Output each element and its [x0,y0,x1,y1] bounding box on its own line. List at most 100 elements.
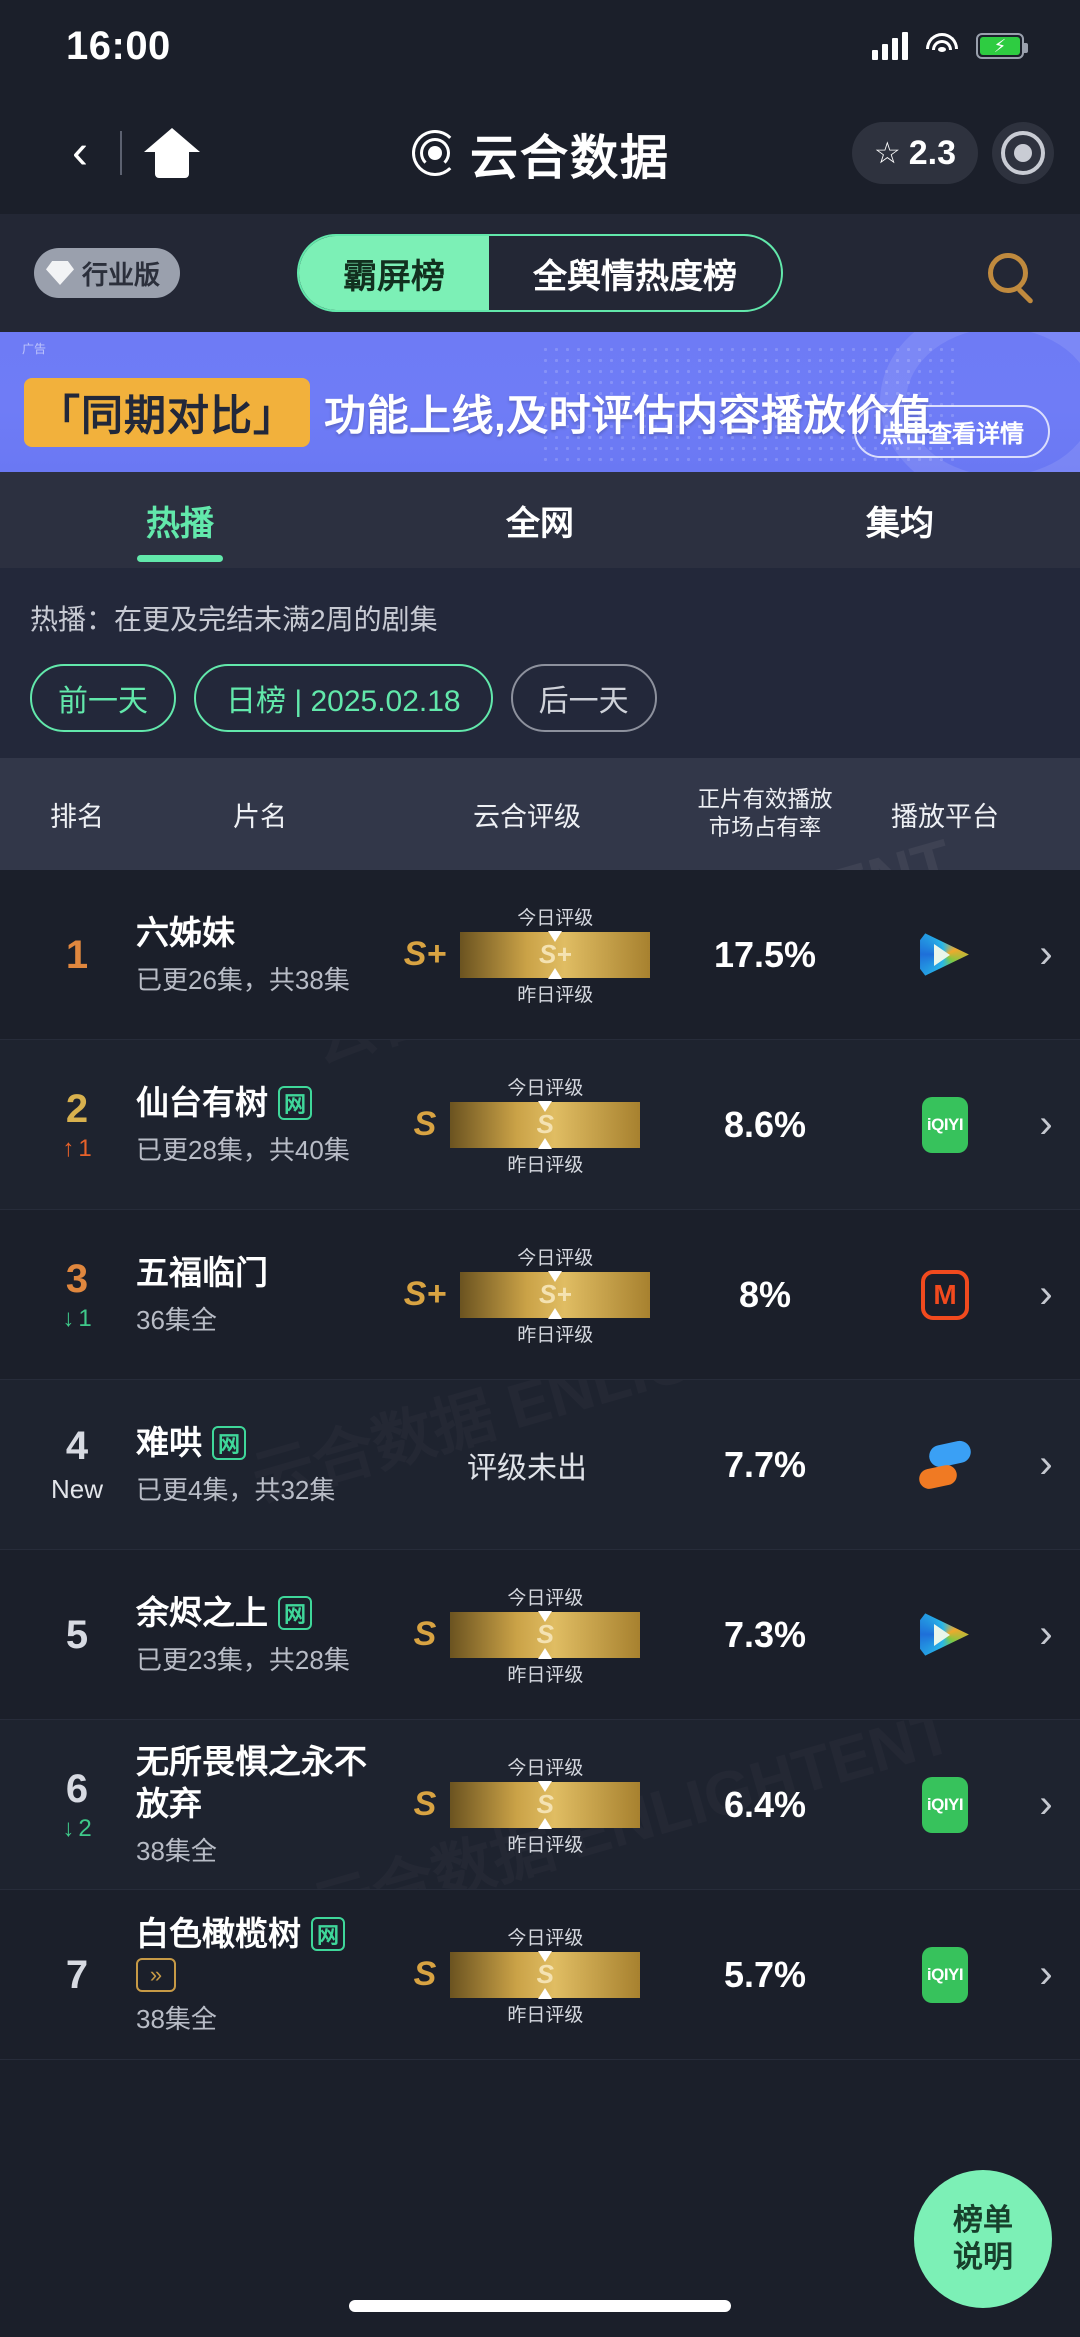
table-row[interactable]: 3 ↓ 1 五福临门 36集全 S+ 今日评级 S+ 昨日评级 8% M › [0,1210,1080,1380]
rank-delta-arrow-icon: ↓ [62,1304,75,1332]
status-icons: ⚡ [872,32,1028,60]
promo-banner[interactable]: 广告 「同期对比」 功能上线,及时评估内容播放价值 点击查看详情 [0,332,1080,472]
chevron-right-icon[interactable]: › [1030,1102,1062,1147]
title-cell[interactable]: 五福临门 36集全 [136,1252,384,1337]
rating-cell: S+ 今日评级 S+ 昨日评级 [384,1243,670,1347]
rank-delta-arrow-icon: ↑ [62,1134,75,1162]
tab-rebo[interactable]: 热播 [0,472,360,568]
rating-cell: S 今日评级 S 昨日评级 [384,1753,670,1857]
rating-cell: S 今日评级 S 昨日评级 [384,1923,670,2027]
table-row[interactable]: 7 白色橄榄树网 » 38集全 S 今日评级 S 昨日评级 5.7% iQIYI… [0,1890,1080,2060]
tencent-video-icon[interactable] [920,1613,969,1656]
table-row[interactable]: 5 余烬之上网 已更23集，共28集 S 今日评级 S 昨日评级 7.3% › [0,1550,1080,1720]
header-share-line1: 正片有效播放 [697,786,833,812]
banner-text: 功能上线,及时评估内容播放价值 [324,392,932,439]
show-title: 白色橄榄树 [136,1914,301,1952]
header-platform: 播放平台 [891,801,999,832]
market-share-value: 6.4% [723,1783,807,1825]
rating-grade: S+ [403,935,447,973]
rating-bar: S [450,1611,641,1658]
youku-icon[interactable] [917,1438,973,1491]
rating-bar-grade: S [536,1789,555,1819]
iqiyi-icon[interactable]: iQIYI [922,1096,968,1153]
title-cell[interactable]: 余烬之上网 已更23集，共28集 [136,1592,384,1677]
table-header: 排名 片名 云合评级 正片有效播放 市场占有率 播放平台 [0,758,1080,870]
segment-quanyuqing[interactable]: 全舆情热度榜 [489,236,781,310]
mango-tv-icon[interactable]: M [921,1269,969,1320]
rank-cell: 2 ↑ 1 [18,1087,136,1163]
ranking-segmented-control: 霸屏榜 全舆情热度榜 [297,234,783,312]
rating-grade: S [413,1105,437,1143]
show-title: 六姊妹 [136,913,235,951]
table-row[interactable]: 6 ↓ 2 无所畏惧之永不放弃 38集全 S 今日评级 S 昨日评级 6.4% … [0,1720,1080,1890]
rating-capsule[interactable]: ☆ 2.3 [851,122,978,184]
gem-icon [46,261,74,285]
rating-grade: S [413,1955,437,1993]
rank-delta-value: 1 [78,1134,92,1162]
tab-jijun[interactable]: 集均 [720,472,1080,568]
banner-cta-button[interactable]: 点击查看详情 [854,405,1050,458]
tab-quanwang[interactable]: 全网 [360,472,720,568]
rating-yesterday-label: 昨日评级 [517,1324,594,1346]
tencent-video-icon[interactable] [920,933,969,976]
title-row: 五福临门 [136,1252,384,1293]
back-icon[interactable]: ‹ [50,129,110,177]
chevron-right-icon[interactable]: › [1030,1612,1062,1657]
title-row: 白色橄榄树网 [136,1913,384,1954]
market-share-value: 8.6% [723,1103,807,1145]
table-row[interactable]: 4 New 难哄网 已更4集，共32集 评级未出 7.7% › [0,1380,1080,1550]
rating-bar: S [450,1951,641,1998]
rank-number: 5 [65,1612,89,1657]
chevron-right-icon[interactable]: › [1030,932,1062,977]
rating-bar-grade: S [536,1109,555,1139]
title-cell[interactable]: 难哄网 已更4集，共32集 [136,1422,384,1507]
title-cell[interactable]: 仙台有树网 已更28集，共40集 [136,1082,384,1167]
period-selector[interactable]: 日榜 | 2025.02.18 [194,664,493,732]
rating-cell: S 今日评级 S 昨日评级 [384,1583,670,1687]
rating-yesterday-label: 昨日评级 [517,984,594,1006]
industry-edition-badge[interactable]: 行业版 [34,248,181,298]
web-exclusive-badge: 网 [212,1425,246,1460]
filter-note: 热播：在更及完结未满2周的剧集 [30,604,438,635]
platform-cell [860,1438,1030,1491]
rating-bar: S [450,1101,641,1148]
rating-bar: S+ [460,1271,651,1318]
table-row[interactable]: 2 ↑ 1 仙台有树网 已更28集，共40集 S 今日评级 S 昨日评级 8.6… [0,1040,1080,1210]
chevron-right-icon[interactable]: › [1030,1442,1062,1487]
rating-gauge: 今日评级 S+ 昨日评级 [460,1243,651,1347]
rating-cell: S 今日评级 S 昨日评级 [384,1073,670,1177]
web-exclusive-badge: 网 [311,1916,345,1951]
rank-cell: 7 [18,1953,136,1997]
chevron-right-icon[interactable]: › [1030,1272,1062,1317]
iqiyi-icon[interactable]: iQIYI [922,1946,968,2003]
table-row[interactable]: 1 六姊妹 已更26集，共38集 S+ 今日评级 S+ 昨日评级 17.5% › [0,870,1080,1040]
rank-number: 1 [65,932,89,977]
rating-today-label: 今日评级 [507,1757,584,1779]
rank-number: 2 [65,1086,89,1131]
rating-bar-grade: S [536,1619,555,1649]
title-cell[interactable]: 六姊妹 已更26集，共38集 [136,912,384,997]
home-icon[interactable] [144,128,200,178]
title-cell[interactable]: 白色橄榄树网 » 38集全 [136,1913,384,2036]
rank-cell: 3 ↓ 1 [18,1257,136,1333]
rank-cell: 6 ↓ 2 [18,1767,136,1843]
prev-day-button[interactable]: 前一天 [30,664,176,732]
chevron-right-icon[interactable]: › [1030,1952,1062,1997]
ranking-toolbar: 行业版 霸屏榜 全舆情热度榜 [0,214,1080,332]
platform-cell [860,1611,1030,1659]
segment-bapingbang[interactable]: 霸屏榜 [299,236,489,310]
fab-line1: 榜单 [953,2203,1013,2237]
target-dot-icon[interactable] [992,122,1054,184]
chevron-right-icon[interactable]: › [1030,1782,1062,1827]
show-title: 五福临门 [136,1253,268,1291]
ranking-explain-button[interactable]: 榜单 说明 [914,2170,1052,2308]
iqiyi-icon[interactable]: iQIYI [922,1776,968,1833]
rating-bar: S+ [460,931,651,978]
metric-tabs: 热播 全网 集均 [0,472,1080,568]
fab-line2: 说明 [953,2241,1013,2274]
next-day-button[interactable]: 后一天 [510,664,657,732]
platform-cell: M [860,1269,1030,1320]
title-cell[interactable]: 无所畏惧之永不放弃 38集全 [136,1741,384,1868]
header-rank: 排名 [50,801,104,832]
search-icon[interactable] [970,235,1046,311]
